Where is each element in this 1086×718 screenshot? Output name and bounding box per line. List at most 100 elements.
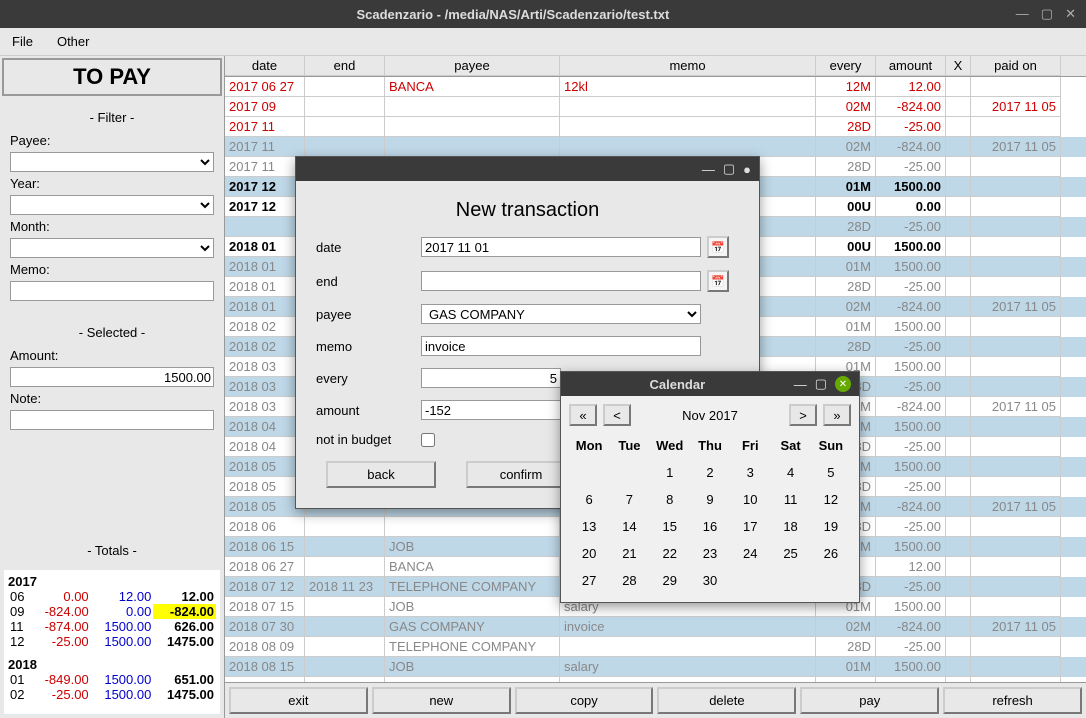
menubar: File Other (0, 28, 1086, 56)
cal-day[interactable]: 3 (730, 459, 770, 486)
table-row[interactable]: 2017 06 27BANCA12kl12M12.00 (225, 77, 1086, 97)
cal-day[interactable]: 16 (690, 513, 730, 540)
th-paid[interactable]: paid on (971, 56, 1061, 76)
month-select[interactable] (10, 238, 214, 258)
th-end[interactable]: end (305, 56, 385, 76)
back-button[interactable]: back (326, 461, 436, 488)
nt-date-input[interactable] (421, 237, 701, 257)
cal-prev-month[interactable]: < (603, 404, 631, 426)
th-payee[interactable]: payee (385, 56, 560, 76)
cal-day[interactable]: 10 (730, 486, 770, 513)
table-row[interactable]: 2017 1102M-824.002017 11 05 (225, 137, 1086, 157)
cal-day[interactable]: 1 (650, 459, 690, 486)
cal-day[interactable]: 7 (609, 486, 649, 513)
cal-day[interactable]: 11 (770, 486, 810, 513)
calendar-icon[interactable] (707, 236, 729, 258)
cal-day[interactable]: 9 (690, 486, 730, 513)
pay-button[interactable]: pay (800, 687, 939, 714)
filter-title: - Filter - (10, 110, 214, 125)
cal-day[interactable]: 24 (730, 540, 770, 567)
minimize-icon[interactable]: — (1016, 6, 1029, 22)
th-date[interactable]: date (225, 56, 305, 76)
memo-input[interactable] (10, 281, 214, 301)
cal-day[interactable]: 2 (690, 459, 730, 486)
nt-date-label: date (316, 240, 421, 255)
table-row[interactable]: 2017 0902M-824.002017 11 05 (225, 97, 1086, 117)
dialog-maximize-icon[interactable]: ▢ (723, 161, 735, 177)
cal-day[interactable]: 20 (569, 540, 609, 567)
cal-day[interactable]: 21 (609, 540, 649, 567)
dialog-title: New transaction (316, 199, 739, 222)
calendar-icon[interactable] (707, 270, 729, 292)
nt-memo-label: memo (316, 339, 421, 354)
th-every[interactable]: every (816, 56, 876, 76)
nt-amount-label: amount (316, 403, 421, 418)
th-x[interactable]: X (946, 56, 971, 76)
cal-dow: Tue (609, 432, 649, 459)
new-button[interactable]: new (372, 687, 511, 714)
cal-day[interactable]: 5 (811, 459, 851, 486)
cal-day[interactable]: 4 (770, 459, 810, 486)
totals-title: - Totals - (0, 543, 224, 558)
nt-memo-input[interactable] (421, 336, 701, 356)
cal-day[interactable]: 15 (650, 513, 690, 540)
table-row[interactable]: 2018 07 30GAS COMPANYinvoice02M-824.0020… (225, 617, 1086, 637)
menu-file[interactable]: File (8, 32, 37, 51)
amount-input[interactable] (10, 367, 214, 387)
cal-day[interactable]: 25 (770, 540, 810, 567)
cal-dow: Thu (690, 432, 730, 459)
cal-day[interactable]: 12 (811, 486, 851, 513)
cal-close-icon[interactable]: ✕ (835, 376, 851, 392)
dialog-minimize-icon[interactable]: — (702, 162, 715, 177)
cal-day[interactable]: 23 (690, 540, 730, 567)
cal-minimize-icon[interactable]: — (794, 377, 807, 392)
cal-day[interactable]: 22 (650, 540, 690, 567)
cal-day[interactable]: 29 (650, 567, 690, 594)
th-amount[interactable]: amount (876, 56, 946, 76)
cal-day[interactable]: 28 (609, 567, 649, 594)
close-icon[interactable]: ✕ (1065, 6, 1076, 22)
nt-end-input[interactable] (421, 271, 701, 291)
totals-panel: 2017060.0012.0012.0009-824.000.00-824.00… (4, 570, 220, 714)
note-input[interactable] (10, 410, 214, 430)
cal-day[interactable]: 6 (569, 486, 609, 513)
bottom-toolbar: exit new copy delete pay refresh (225, 682, 1086, 718)
cal-day[interactable]: 27 (569, 567, 609, 594)
nt-payee-label: payee (316, 307, 421, 322)
cal-day[interactable]: 30 (690, 567, 730, 594)
sidebar: TO PAY - Filter - Payee: Year: Month: Me… (0, 56, 225, 718)
delete-button[interactable]: delete (657, 687, 796, 714)
nt-payee-select[interactable]: GAS COMPANY (421, 304, 701, 324)
selected-title: - Selected - (10, 325, 214, 340)
cal-day[interactable]: 18 (770, 513, 810, 540)
memo-label: Memo: (10, 262, 60, 277)
cal-day[interactable]: 26 (811, 540, 851, 567)
cal-day[interactable]: 13 (569, 513, 609, 540)
cal-prev-year[interactable]: « (569, 404, 597, 426)
table-row[interactable]: 2018 08 09TELEPHONE COMPANY28D-25.00 (225, 637, 1086, 657)
maximize-icon[interactable]: ▢ (1041, 6, 1053, 22)
table-row[interactable]: 2017 1128D-25.00 (225, 117, 1086, 137)
cal-next-month[interactable]: > (789, 404, 817, 426)
cal-day[interactable]: 8 (650, 486, 690, 513)
copy-button[interactable]: copy (515, 687, 654, 714)
year-label: Year: (10, 176, 60, 191)
cal-dow: Mon (569, 432, 609, 459)
nt-every-input[interactable] (421, 368, 561, 388)
sidebar-header: TO PAY (2, 58, 222, 96)
cal-maximize-icon[interactable]: ▢ (815, 376, 827, 392)
nt-nib-checkbox[interactable] (421, 433, 435, 447)
refresh-button[interactable]: refresh (943, 687, 1082, 714)
table-row[interactable]: 2018 08 15JOBsalary01M1500.00 (225, 657, 1086, 677)
menu-other[interactable]: Other (53, 32, 94, 51)
dialog-close-icon[interactable]: ● (743, 162, 751, 177)
cal-day[interactable]: 17 (730, 513, 770, 540)
year-select[interactable] (10, 195, 214, 215)
payee-select[interactable] (10, 152, 214, 172)
cal-day[interactable]: 19 (811, 513, 851, 540)
nt-amount-input[interactable] (421, 400, 561, 420)
exit-button[interactable]: exit (229, 687, 368, 714)
cal-day[interactable]: 14 (609, 513, 649, 540)
th-memo[interactable]: memo (560, 56, 816, 76)
cal-next-year[interactable]: » (823, 404, 851, 426)
